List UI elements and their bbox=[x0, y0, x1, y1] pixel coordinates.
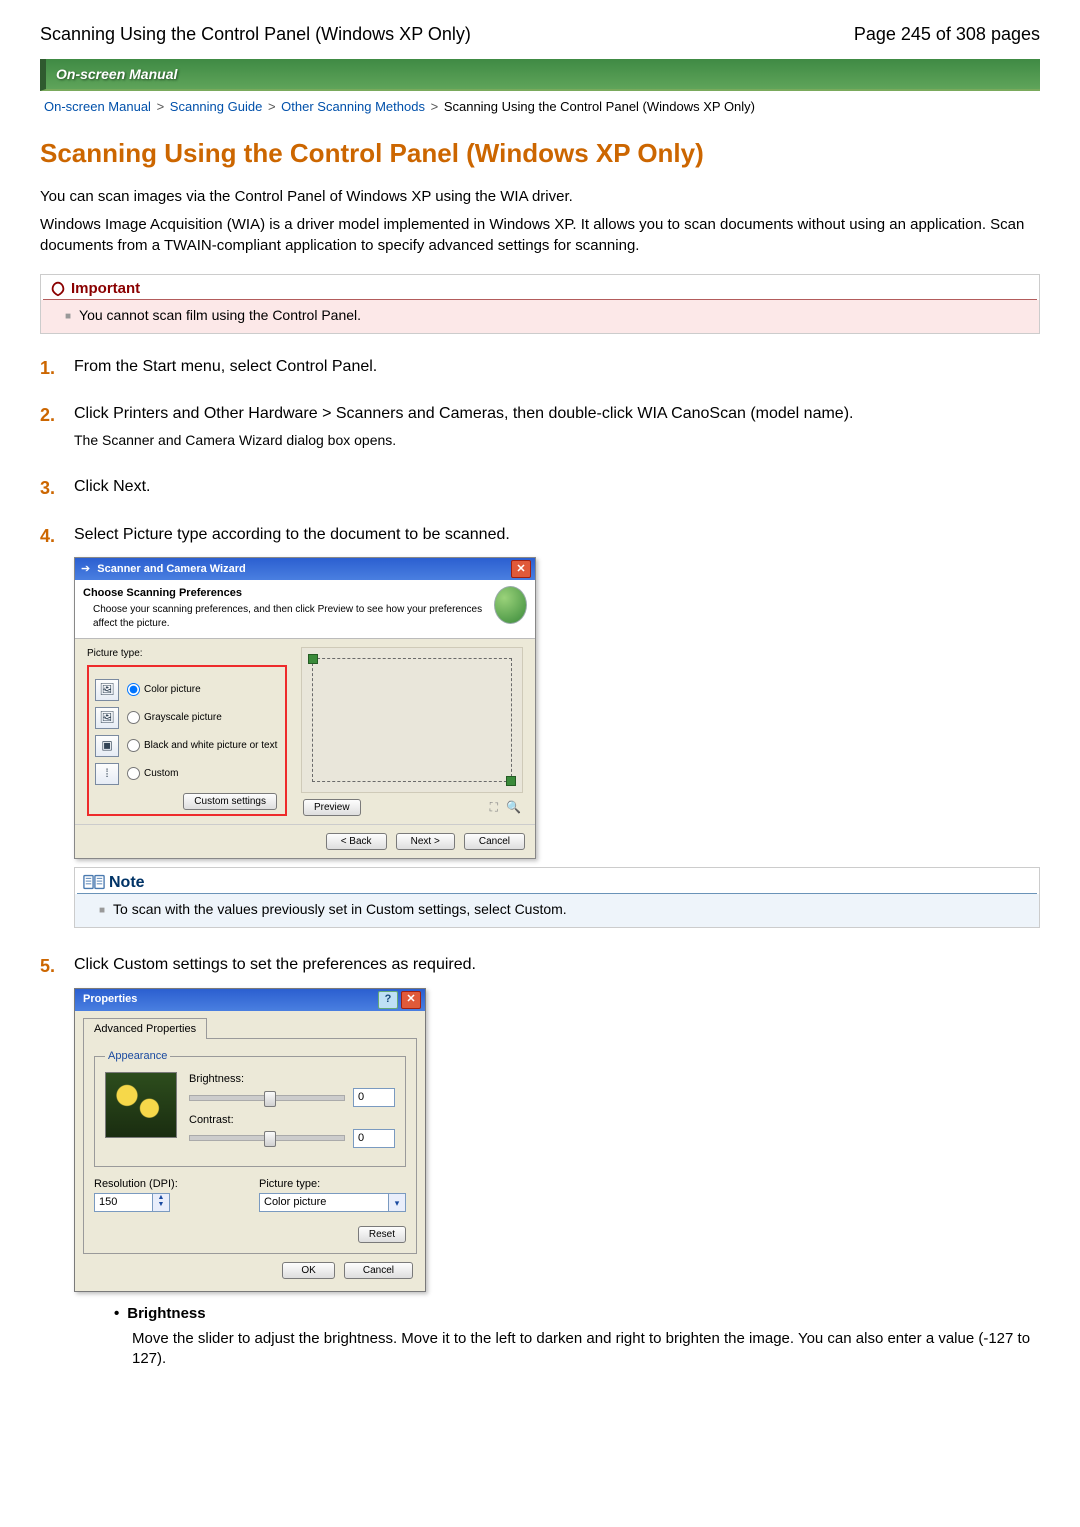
spin-down-icon[interactable]: ▼ bbox=[153, 1201, 169, 1208]
step-3: 3. Click Next. bbox=[40, 476, 1040, 498]
contrast-label: Contrast: bbox=[189, 1113, 395, 1128]
breadcrumb: On-screen Manual > Scanning Guide > Othe… bbox=[40, 91, 1040, 118]
wizard-titlebar: ➔ Scanner and Camera Wizard ✕ bbox=[75, 558, 535, 580]
crumb-sep: > bbox=[266, 99, 278, 114]
intro-p2: Windows Image Acquisition (WIA) is a dri… bbox=[40, 215, 1040, 256]
ok-button[interactable]: OK bbox=[282, 1262, 334, 1279]
wizard-graphic-icon bbox=[494, 586, 527, 624]
chevron-down-icon[interactable]: ▾ bbox=[388, 1193, 406, 1212]
step-2-text: Click Printers and Other Hardware > Scan… bbox=[74, 405, 853, 422]
header-right: Page 245 of 308 pages bbox=[854, 24, 1040, 45]
opt-bw[interactable]: ▣ Black and white picture or text bbox=[95, 735, 279, 757]
step-1-text: From the Start menu, select Control Pane… bbox=[74, 358, 377, 375]
important-icon bbox=[49, 280, 67, 298]
crumb-sep: > bbox=[429, 99, 441, 114]
brightness-slider[interactable] bbox=[189, 1095, 345, 1101]
radio-color[interactable] bbox=[127, 683, 140, 696]
magnify-icon[interactable]: 🔍 bbox=[506, 799, 521, 815]
picture-icon: ⁞ bbox=[95, 763, 119, 785]
zoom-icon[interactable]: ⛶ bbox=[490, 799, 498, 815]
header-left: Scanning Using the Control Panel (Window… bbox=[40, 24, 471, 45]
picture-icon: 🖼 bbox=[95, 707, 119, 729]
crumb-sep: > bbox=[155, 99, 167, 114]
properties-dialog: Properties ? ✕ Advanced Properties Appea… bbox=[74, 988, 426, 1293]
cancel-button[interactable]: Cancel bbox=[464, 833, 525, 850]
resolution-spinner[interactable]: 150 ▲▼ bbox=[94, 1193, 170, 1212]
close-icon[interactable]: ✕ bbox=[511, 560, 531, 578]
crop-handle-icon[interactable] bbox=[308, 654, 318, 664]
page-title: Scanning Using the Control Panel (Window… bbox=[40, 138, 1040, 169]
banner-label: On-screen Manual bbox=[46, 66, 177, 82]
tab-advanced[interactable]: Advanced Properties bbox=[83, 1018, 207, 1040]
important-label: Important bbox=[67, 279, 140, 299]
step-1: 1. From the Start menu, select Control P… bbox=[40, 356, 1040, 378]
picture-type-select[interactable]: Color picture ▾ bbox=[259, 1193, 406, 1212]
radio-gray[interactable] bbox=[127, 711, 140, 724]
picture-type-group: 🖼 Color picture 🖼 Grayscale picture bbox=[87, 665, 287, 816]
preview-surface bbox=[301, 647, 523, 793]
step-4-text: Select Picture type according to the doc… bbox=[74, 526, 510, 543]
resolution-value[interactable]: 150 bbox=[94, 1193, 152, 1212]
wizard-head-bold: Choose Scanning Preferences bbox=[83, 586, 494, 601]
contrast-value[interactable]: 0 bbox=[353, 1129, 395, 1148]
picture-icon: ▣ bbox=[95, 735, 119, 757]
radio-custom[interactable] bbox=[127, 767, 140, 780]
intro-p1: You can scan images via the Control Pane… bbox=[40, 187, 1040, 207]
step-2: 2. Click Printers and Other Hardware > S… bbox=[40, 403, 1040, 449]
help-icon[interactable]: ? bbox=[378, 991, 398, 1009]
radio-bw[interactable] bbox=[127, 739, 140, 752]
crumb-current: Scanning Using the Control Panel (Window… bbox=[444, 99, 755, 114]
wizard-dialog: ➔ Scanner and Camera Wizard ✕ Choose Sca… bbox=[74, 557, 536, 858]
back-button[interactable]: < Back bbox=[326, 833, 387, 850]
spin-up-icon[interactable]: ▲ bbox=[153, 1194, 169, 1201]
crumb-2[interactable]: Other Scanning Methods bbox=[281, 99, 425, 114]
step-5-text: Click Custom settings to set the prefere… bbox=[74, 956, 476, 973]
crumb-1[interactable]: Scanning Guide bbox=[170, 99, 263, 114]
opt-gray[interactable]: 🖼 Grayscale picture bbox=[95, 707, 279, 729]
wizard-head-sub: Choose your scanning preferences, and th… bbox=[83, 601, 494, 632]
wizard-title: Scanner and Camera Wizard bbox=[97, 563, 245, 575]
crumb-0[interactable]: On-screen Manual bbox=[44, 99, 151, 114]
step-2-sub: The Scanner and Camera Wizard dialog box… bbox=[74, 431, 1040, 450]
custom-settings-button[interactable]: Custom settings bbox=[183, 793, 277, 810]
contrast-slider[interactable] bbox=[189, 1135, 345, 1141]
preview-button[interactable]: Preview bbox=[303, 799, 361, 816]
brightness-label: Brightness: bbox=[189, 1072, 395, 1087]
appearance-legend: Appearance bbox=[105, 1049, 170, 1064]
note-callout: Note To scan with the values previously … bbox=[74, 867, 1040, 928]
def-desc-brightness: Move the slider to adjust the brightness… bbox=[132, 1329, 1040, 1370]
picture-type-label: Picture type: bbox=[259, 1177, 406, 1192]
crop-handle-icon[interactable] bbox=[506, 776, 516, 786]
step-3-text: Click Next. bbox=[74, 478, 150, 495]
important-text: You cannot scan film using the Control P… bbox=[65, 307, 361, 323]
resolution-label: Resolution (DPI): bbox=[94, 1177, 241, 1192]
appearance-thumbnail bbox=[105, 1072, 177, 1138]
wizard-arrow-icon: ➔ bbox=[81, 563, 90, 575]
opt-gray-label: Grayscale picture bbox=[144, 711, 222, 725]
step-5: 5. Click Custom settings to set the pref… bbox=[40, 954, 1040, 1369]
note-label: Note bbox=[105, 872, 145, 894]
properties-title: Properties bbox=[83, 992, 137, 1007]
reset-button[interactable]: Reset bbox=[358, 1226, 406, 1243]
banner: On-screen Manual bbox=[40, 59, 1040, 91]
def-term-brightness: Brightness bbox=[114, 1304, 1040, 1324]
picture-icon: 🖼 bbox=[95, 679, 119, 701]
picture-type-value: Color picture bbox=[259, 1193, 388, 1212]
opt-color-label: Color picture bbox=[144, 683, 201, 697]
opt-bw-label: Black and white picture or text bbox=[144, 739, 277, 753]
note-text: To scan with the values previously set i… bbox=[99, 901, 567, 917]
brightness-value[interactable]: 0 bbox=[353, 1088, 395, 1107]
important-callout: Important You cannot scan film using the… bbox=[40, 274, 1040, 334]
note-icon bbox=[83, 874, 105, 890]
opt-custom-label: Custom bbox=[144, 767, 178, 781]
opt-custom[interactable]: ⁞ Custom bbox=[95, 763, 279, 785]
close-icon[interactable]: ✕ bbox=[401, 991, 421, 1009]
next-button[interactable]: Next > bbox=[396, 833, 455, 850]
picture-type-label: Picture type: bbox=[87, 647, 287, 661]
cancel-button[interactable]: Cancel bbox=[344, 1262, 413, 1279]
appearance-group: Appearance Brightness: 0 bbox=[94, 1049, 406, 1166]
opt-color[interactable]: 🖼 Color picture bbox=[95, 679, 279, 701]
step-4: 4. Select Picture type according to the … bbox=[40, 524, 1040, 928]
